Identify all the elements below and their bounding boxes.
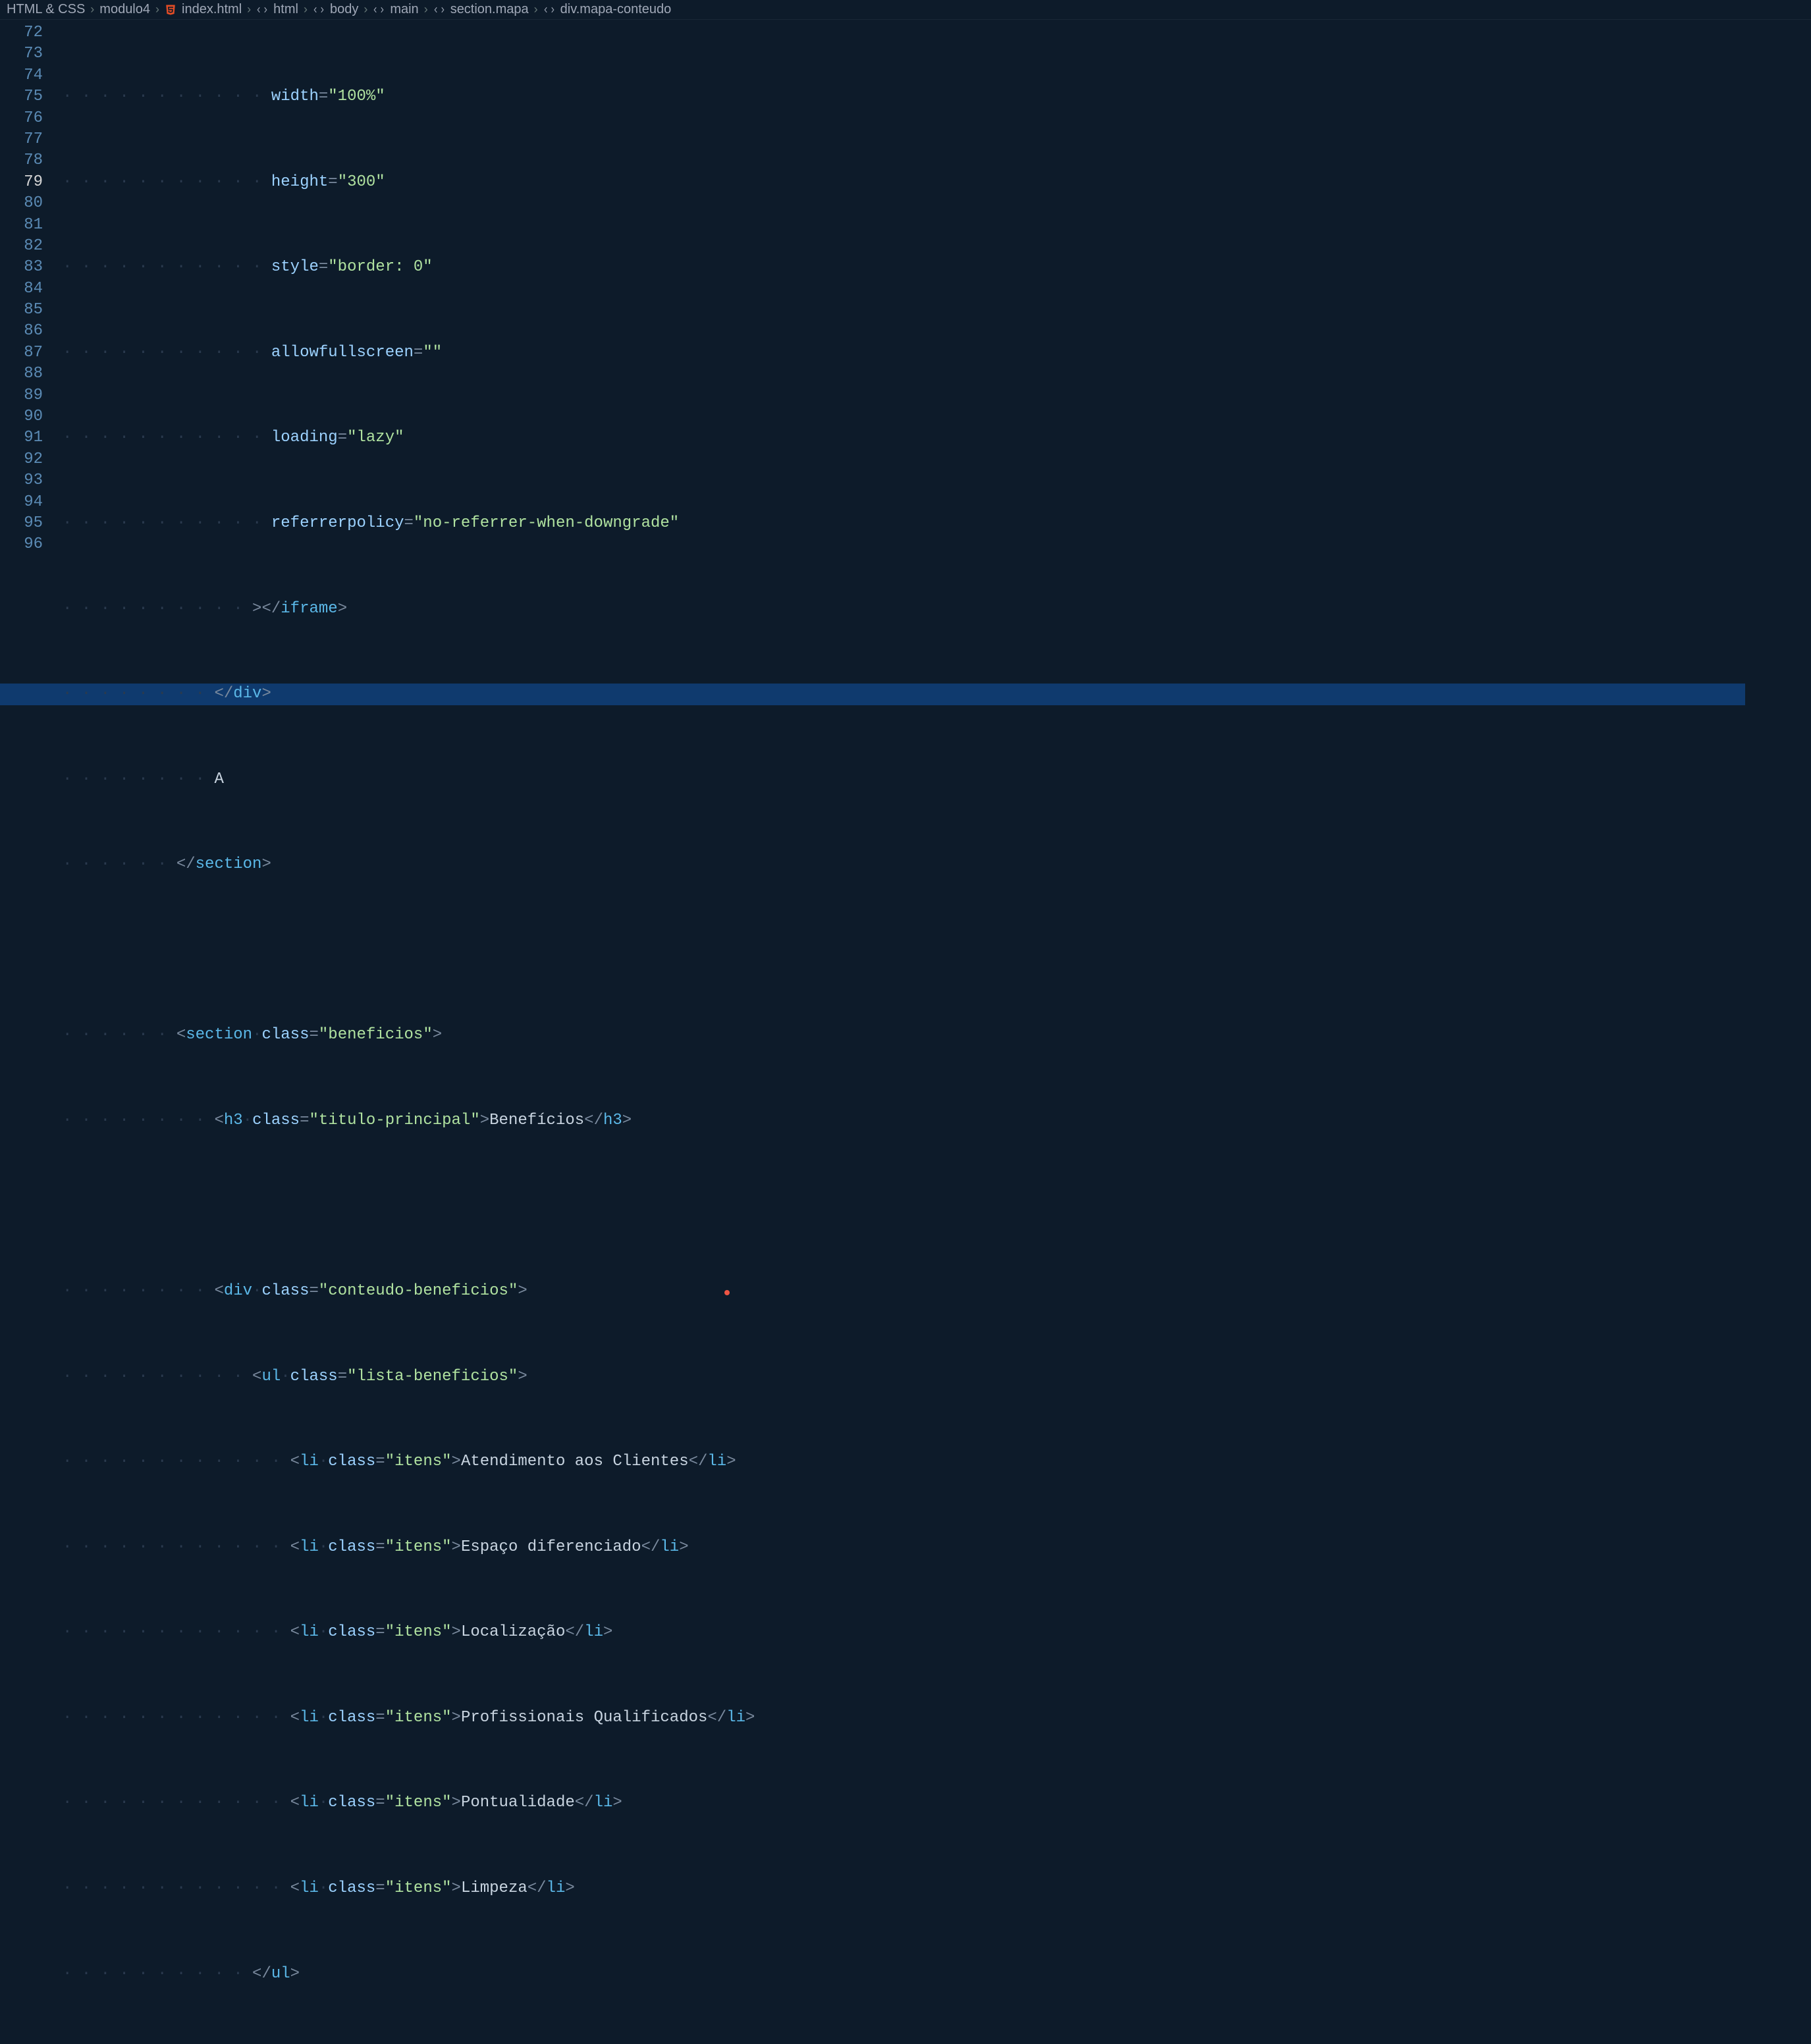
code-line[interactable]: · · · · · · · · · · · style="border: 0" [63, 257, 1745, 278]
breadcrumb-item[interactable]: modulo4 [99, 2, 150, 17]
error-dot-icon [724, 1290, 730, 1295]
code-line[interactable] [63, 1195, 1745, 1216]
breadcrumb-item[interactable]: section.mapa [450, 2, 529, 17]
code-line[interactable] [63, 940, 1745, 961]
line-number: 83 [0, 257, 43, 278]
code-line[interactable]: · · · · · · · · A [63, 769, 1745, 790]
code-line[interactable]: · · · · · · </section> [63, 854, 1745, 875]
line-number: 79 [0, 172, 43, 193]
outline-icon [256, 2, 268, 17]
line-number: 76 [0, 108, 43, 129]
line-number: 78 [0, 150, 43, 171]
line-number: 90 [0, 406, 43, 427]
line-number: 94 [0, 492, 43, 513]
line-number: 92 [0, 449, 43, 470]
code-line[interactable]: · · · · · · · · · · ></iframe> [63, 599, 1745, 620]
breadcrumb-item[interactable]: main [390, 2, 418, 17]
code-line[interactable]: · · · · · · · · · · · referrerpolicy="no… [63, 513, 1745, 534]
line-number: 95 [0, 513, 43, 534]
line-number: 77 [0, 129, 43, 150]
code-line[interactable]: · · · · · · · · · · · · <li·class="itens… [63, 1537, 1745, 1558]
line-number: 72 [0, 22, 43, 43]
chevron-right-icon: › [364, 3, 367, 16]
breadcrumb-item[interactable]: div.mapa-conteudo [560, 2, 672, 17]
line-number: 85 [0, 300, 43, 321]
chevron-right-icon: › [90, 3, 94, 16]
line-number: 86 [0, 321, 43, 342]
code-line[interactable]: · · · · · · · · <h3·class="titulo-princi… [63, 1110, 1745, 1131]
breadcrumb-item[interactable]: body [330, 2, 358, 17]
code-line[interactable]: · · · · · · · · · · · allowfullscreen="" [63, 342, 1745, 363]
line-number: 80 [0, 193, 43, 214]
line-number: 88 [0, 363, 43, 385]
line-number: 84 [0, 279, 43, 300]
code-line[interactable]: · · · · · · · · <div·class="conteudo-ben… [63, 1281, 1745, 1302]
outline-icon [543, 2, 555, 17]
minimap[interactable] [1745, 20, 1811, 1022]
breadcrumb-item[interactable]: index.html [182, 2, 242, 17]
line-number: 89 [0, 385, 43, 406]
line-number: 96 [0, 534, 43, 555]
line-number: 74 [0, 65, 43, 86]
html5-icon [165, 2, 176, 17]
code-line[interactable]: · · · · · · <section·class="beneficios"> [63, 1025, 1745, 1046]
line-number: 82 [0, 236, 43, 257]
line-number: 73 [0, 43, 43, 65]
chevron-right-icon: › [304, 3, 308, 16]
chevron-right-icon: › [534, 3, 538, 16]
code-line[interactable]: · · · · · · · · · · · · <li·class="itens… [63, 1792, 1745, 1814]
code-line-highlighted[interactable]: · · · · · · · · </div> [63, 684, 1745, 705]
breadcrumb-item[interactable]: html [273, 2, 298, 17]
outline-icon [433, 2, 445, 17]
code-line[interactable]: · · · · · · · · · · · · <li·class="itens… [63, 1451, 1745, 1472]
line-number: 81 [0, 215, 43, 236]
chevron-right-icon: › [155, 3, 159, 16]
line-number: 75 [0, 86, 43, 107]
line-number: 91 [0, 427, 43, 448]
chevron-right-icon: › [424, 3, 428, 16]
code-editor[interactable]: 7273747576777879808182838485868788899091… [0, 20, 1811, 1022]
outline-icon [313, 2, 325, 17]
line-number: 87 [0, 342, 43, 363]
breadcrumb-item[interactable]: HTML & CSS [7, 2, 85, 17]
outline-icon [373, 2, 385, 17]
line-number: 93 [0, 470, 43, 491]
code-line[interactable]: · · · · · · · · · · </ul> [63, 1964, 1745, 1985]
code-line[interactable]: · · · · · · · · · · · width="100%" [63, 86, 1745, 107]
code-line[interactable]: · · · · · · · · · · · · <li·class="itens… [63, 1878, 1745, 1899]
chevron-right-icon: › [247, 3, 251, 16]
code-line[interactable]: · · · · · · · · · · · · <li·class="itens… [63, 1622, 1745, 1643]
code-line[interactable]: · · · · · · · · · · · loading="lazy" [63, 427, 1745, 448]
line-number-gutter: 7273747576777879808182838485868788899091… [0, 20, 63, 1022]
code-area[interactable]: · · · · · · · · · · · width="100%" · · ·… [63, 20, 1745, 1022]
code-line[interactable]: · · · · · · · · · · <ul·class="lista-ben… [63, 1366, 1745, 1387]
breadcrumb-bar: HTML & CSS › modulo4 › index.html › html… [0, 0, 1811, 20]
code-line[interactable]: · · · · · · · · · · · · <li·class="itens… [63, 1708, 1745, 1729]
code-line[interactable]: · · · · · · · · · · · height="300" [63, 172, 1745, 193]
